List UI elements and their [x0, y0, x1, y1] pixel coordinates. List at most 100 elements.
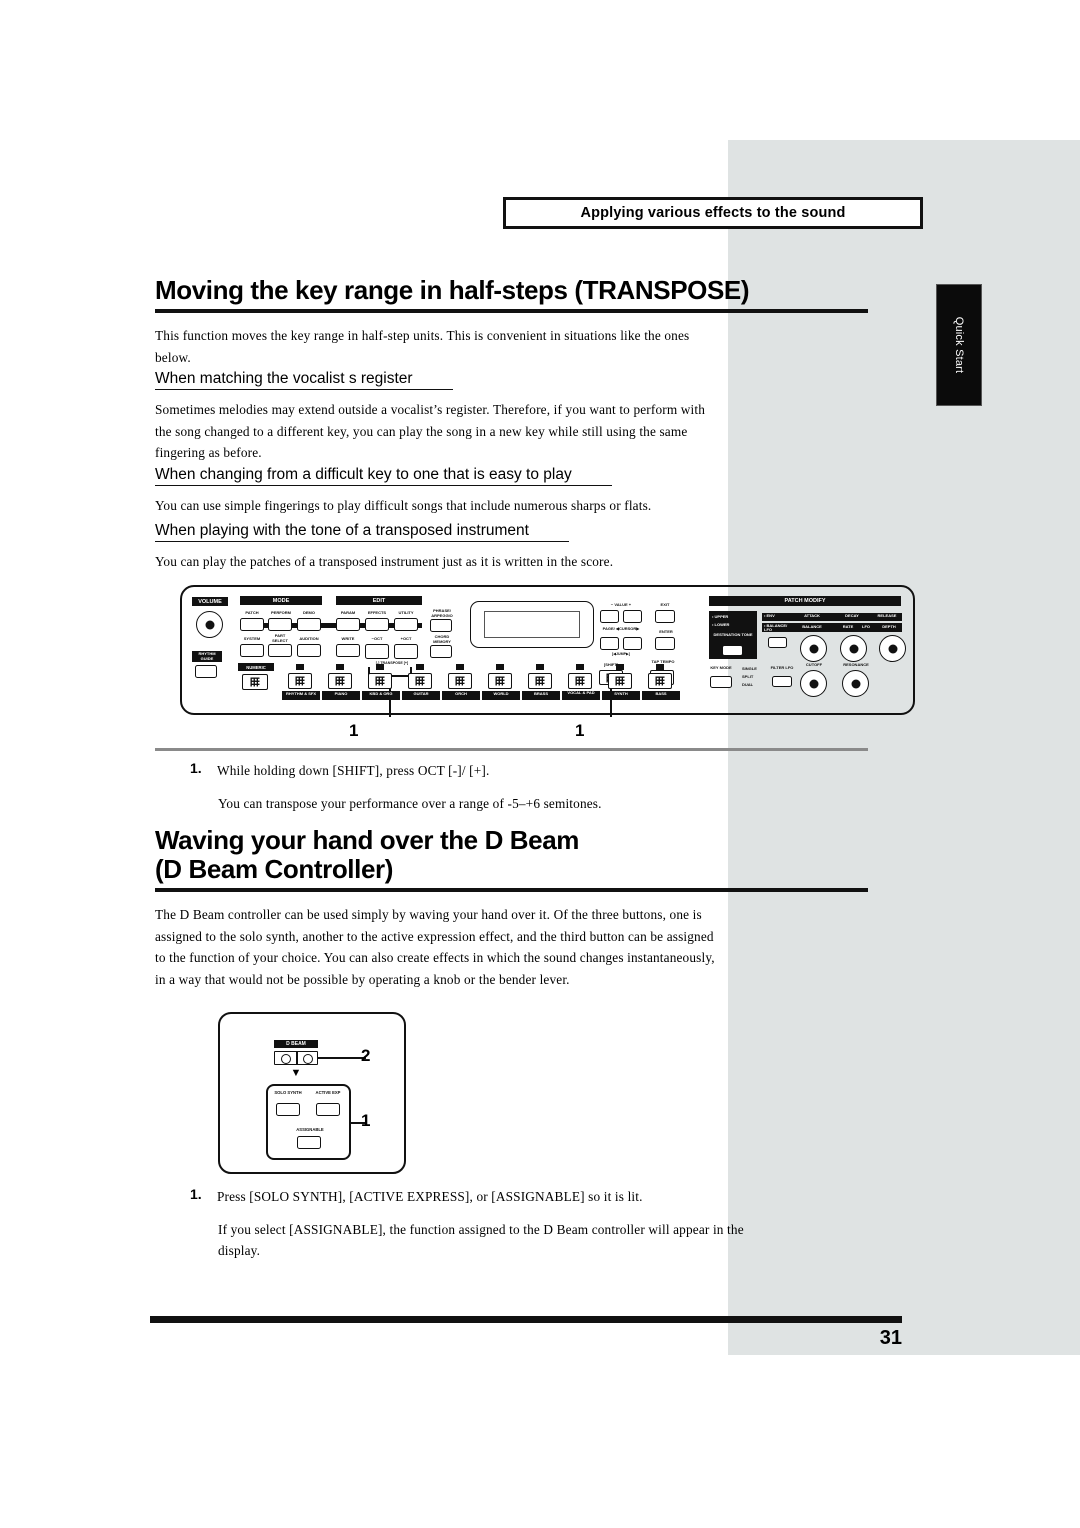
value-label: − VALUE + [610, 602, 632, 607]
exit-button[interactable] [655, 610, 675, 623]
key-mode-dual-label: DUAL [742, 682, 754, 687]
resonance-label: RESONANCE [843, 662, 869, 667]
oct-minus-label: −OCT [371, 636, 383, 641]
section-banner-label: Applying various effects to the sound [580, 205, 846, 221]
dbeam-sensor-emitter-icon [281, 1054, 291, 1064]
cursor-left-button[interactable] [600, 637, 619, 650]
phrase-arpeggio-label: PHRASE/ ARPEGGIO [431, 608, 453, 618]
destination-lower-label: • LOWER [712, 622, 730, 627]
edit-effects-button[interactable] [365, 618, 389, 631]
edit-write-button[interactable] [336, 644, 360, 657]
category-label-4: ORCH [455, 691, 467, 696]
solo-synth-button[interactable] [276, 1103, 300, 1116]
assignable-button[interactable] [297, 1136, 321, 1149]
phrase-arpeggio-button[interactable] [430, 619, 452, 632]
mode-demo-label: DEMO [303, 610, 315, 615]
mode-demo-button[interactable] [297, 618, 321, 631]
lfo-label: LFO [862, 624, 870, 629]
volume-knob[interactable] [196, 611, 223, 638]
page-title-dbeam-line1: Waving your hand over the D Beam [155, 825, 579, 855]
subsection-vocalist: When matching the vocalist s register So… [155, 370, 868, 464]
page-title-dbeam-line2: (D Beam Controller) [155, 854, 393, 885]
attack-knob[interactable] [800, 635, 827, 662]
enter-label: ENTER [659, 629, 673, 634]
category-label-1: PIANO [334, 691, 348, 696]
title-rule [155, 309, 868, 314]
category-button-0[interactable] [288, 673, 312, 689]
category-label-7: VOCAL & PAD [567, 690, 595, 695]
release-label: RELEASE [877, 613, 897, 618]
dbeam-sensor-divider [296, 1051, 298, 1065]
category-label-5: WORLD [493, 691, 509, 696]
page-cursor-label: PAGE/ ◀CURSOR▶ [602, 626, 640, 631]
category-button-2[interactable] [368, 673, 392, 689]
category-button-4[interactable] [448, 673, 472, 689]
category-button-9[interactable] [648, 673, 672, 689]
category-button-6[interactable] [528, 673, 552, 689]
mode-perform-button[interactable] [268, 618, 292, 631]
key-mode-split-label: SPLIT [742, 674, 754, 679]
resonance-knob[interactable] [842, 670, 869, 697]
category-label-0: RHYTHM & SFX [286, 691, 316, 696]
enter-button[interactable] [655, 637, 675, 650]
dbeam-leader-line-2 [318, 1057, 366, 1059]
subsection-vocalist-body: Sometimes melodies may extend outside a … [155, 402, 706, 461]
category-button-5[interactable] [488, 673, 512, 689]
key-mode-button[interactable] [710, 676, 732, 688]
numeric-label: NUMERIC [238, 663, 274, 671]
env-balance-select-button[interactable] [768, 637, 787, 648]
category-label-6: BRASS [533, 691, 548, 696]
dbeam-panel-figure: D BEAM ▼ SOLO SYNTH ACTIVE EXP ASSIGNABL… [218, 1012, 406, 1174]
oct-plus-button[interactable] [394, 644, 418, 659]
chord-memory-button[interactable] [430, 645, 452, 658]
subheading-transposed-instrument: When playing with the tone of a transpos… [155, 522, 569, 542]
decay-label: DECAY [845, 613, 859, 618]
category-number-box-4 [456, 664, 464, 670]
category-button-1[interactable] [328, 673, 352, 689]
value-plus-button[interactable] [623, 610, 642, 623]
mode-audition-button[interactable] [297, 644, 321, 657]
numeric-button[interactable] [242, 674, 268, 690]
step-text: Press [SOLO SYNTH], [ACTIVE EXPRESS], or… [217, 1189, 643, 1204]
rhythm-guide-button[interactable] [195, 665, 217, 678]
balance-label: BALANCE [802, 624, 822, 629]
decay-knob[interactable] [840, 635, 867, 662]
mode-perform-label: PERFORM [271, 610, 291, 615]
oct-minus-button[interactable] [365, 644, 389, 659]
category-button-8[interactable] [608, 673, 632, 689]
depth-label: DEPTH [882, 624, 896, 629]
volume-label: VOLUME [192, 597, 228, 606]
value-minus-button[interactable] [600, 610, 619, 623]
edit-param-button[interactable] [336, 618, 360, 631]
oct-plus-label: +OCT [400, 636, 412, 641]
cursor-right-button[interactable] [623, 637, 642, 650]
callout-number-shift: 1 [575, 721, 585, 740]
callout-number-oct: 1 [349, 721, 359, 740]
exit-label: EXIT [660, 602, 670, 607]
subheading-difficult-key: When changing from a difficult key to on… [155, 466, 612, 486]
subsection-difficult-key-body: You can use simple fingerings to play di… [155, 498, 652, 513]
active-exp-button[interactable] [316, 1103, 340, 1116]
mode-part-select-button[interactable] [268, 644, 292, 657]
destination-tone-button[interactable] [722, 645, 743, 656]
category-label-9: BASS [655, 691, 667, 696]
mode-system-label: SYSTEM [243, 636, 261, 641]
mode-patch-button[interactable] [240, 618, 264, 631]
subsection-transposed-instrument: When playing with the tone of a transpos… [155, 522, 868, 573]
filter-lfo-button[interactable] [772, 676, 792, 687]
edit-effects-label: EFFECTS [367, 610, 387, 615]
release-knob[interactable] [879, 635, 906, 662]
jump-label: [◀JUMP▶] [612, 652, 630, 656]
rhythm-guide-label: RHYTHM GUIDE [192, 651, 222, 662]
category-button-7[interactable] [568, 673, 592, 689]
category-number-box-1 [336, 664, 344, 670]
active-exp-label: ACTIVE EXP [315, 1090, 341, 1095]
page-number: 31 [879, 1327, 902, 1349]
mode-system-button[interactable] [240, 644, 264, 657]
category-button-3[interactable] [408, 673, 432, 689]
category-number-box-7 [576, 664, 584, 670]
cutoff-knob[interactable] [800, 670, 827, 697]
edit-utility-button[interactable] [394, 618, 418, 631]
solo-synth-label: SOLO SYNTH [274, 1090, 302, 1095]
mode-part-select-label: PART SELECT [272, 633, 288, 643]
